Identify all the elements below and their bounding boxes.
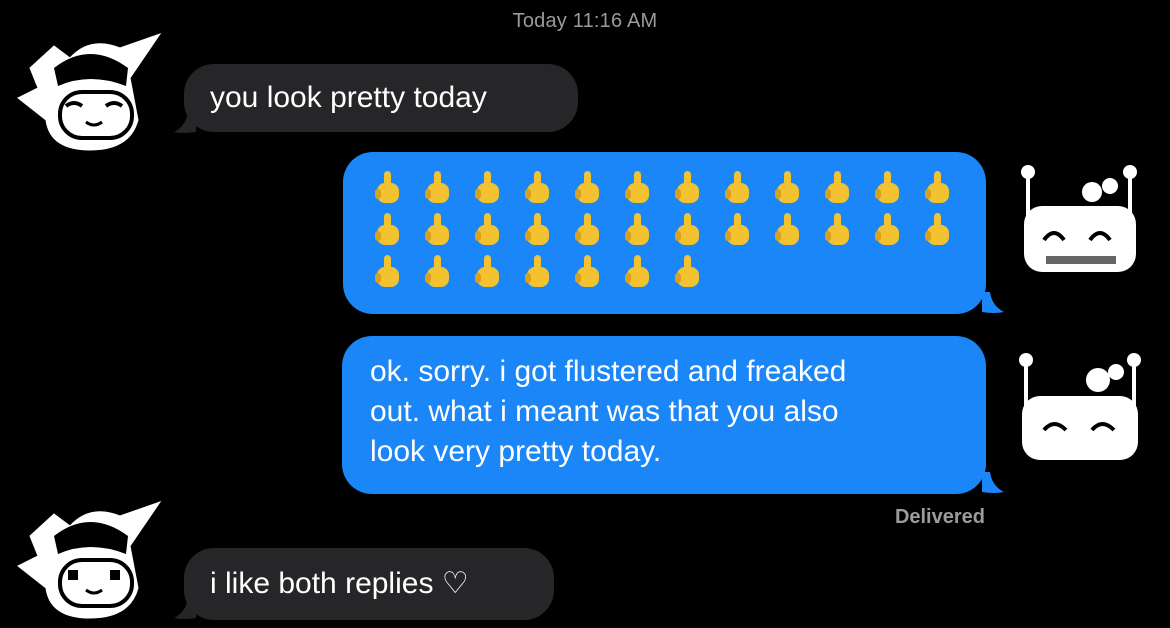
pixel-elf-avatar-icon[interactable] (10, 496, 170, 624)
delivered-status: Delivered (894, 506, 985, 528)
outgoing-emoji-message-bubble[interactable] (343, 152, 986, 314)
middle-finger-emoji-icon (869, 211, 905, 251)
middle-finger-emoji-icon (619, 169, 655, 209)
middle-finger-emoji-icon (469, 253, 505, 293)
middle-finger-emoji-icon (519, 253, 555, 293)
middle-finger-emoji-icon (669, 211, 705, 251)
middle-finger-emoji-icon (419, 253, 455, 293)
middle-finger-emoji-icon (719, 211, 755, 251)
bubble-tail (174, 112, 196, 133)
middle-finger-emoji-icon (519, 169, 555, 209)
bubble-tail (982, 472, 1004, 493)
middle-finger-emoji-icon (369, 253, 405, 293)
middle-finger-emoji-icon (819, 211, 855, 251)
middle-finger-emoji-icon (419, 211, 455, 251)
middle-finger-emoji-icon (469, 211, 505, 251)
middle-finger-emoji-icon (919, 211, 955, 251)
middle-finger-emoji-icon (569, 169, 605, 209)
incoming-message-bubble[interactable]: i like both replies ♡ (184, 548, 554, 620)
message-text: i like both replies ♡ (210, 567, 469, 600)
middle-finger-emoji-icon (769, 211, 805, 251)
timestamp: Today 11:16 AM (512, 10, 658, 32)
message-text: you look pretty today (210, 81, 487, 114)
middle-finger-emoji-icon (569, 211, 605, 251)
middle-finger-emoji-icon (869, 169, 905, 209)
middle-finger-emoji-icon (919, 169, 955, 209)
emoji-row (369, 210, 960, 252)
outgoing-message-bubble[interactable]: ok. sorry. i got flustered and freaked o… (342, 336, 986, 494)
bubble-tail (174, 598, 196, 619)
message-line: look very pretty today. (370, 435, 662, 468)
emoji-row (369, 168, 960, 210)
emoji-grid (369, 168, 960, 294)
message-line: ok. sorry. i got flustered and freaked (370, 355, 847, 388)
middle-finger-emoji-icon (419, 169, 455, 209)
middle-finger-emoji-icon (519, 211, 555, 251)
middle-finger-emoji-icon (369, 169, 405, 209)
pixel-robot-avatar-icon[interactable] (1006, 348, 1156, 470)
middle-finger-emoji-icon (369, 211, 405, 251)
emoji-row (369, 252, 960, 294)
middle-finger-emoji-icon (769, 169, 805, 209)
middle-finger-emoji-icon (669, 169, 705, 209)
middle-finger-emoji-icon (619, 211, 655, 251)
middle-finger-emoji-icon (719, 169, 755, 209)
middle-finger-emoji-icon (569, 253, 605, 293)
incoming-message-bubble[interactable]: you look pretty today (184, 64, 578, 132)
middle-finger-emoji-icon (819, 169, 855, 209)
middle-finger-emoji-icon (619, 253, 655, 293)
middle-finger-emoji-icon (469, 169, 505, 209)
pixel-elf-avatar-icon[interactable] (10, 28, 170, 156)
pixel-robot-avatar-icon[interactable] (1006, 160, 1156, 285)
message-line: out. what i meant was that you also (370, 395, 839, 428)
middle-finger-emoji-icon (669, 253, 705, 293)
bubble-tail (982, 292, 1004, 313)
